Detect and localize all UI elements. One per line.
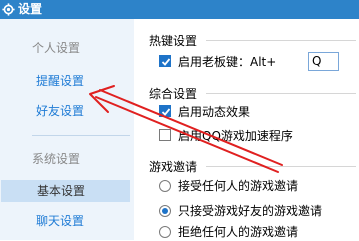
invite-radio-anyone[interactable] — [159, 180, 171, 192]
invite-radio-friends[interactable] — [159, 205, 171, 217]
sidebar-group-personal: 个人设置 — [32, 41, 81, 55]
animation-checkbox[interactable] — [159, 105, 171, 117]
gear-icon — [2, 3, 15, 16]
section-divider — [206, 166, 356, 167]
sidebar-item-label: 提醒设置 — [36, 74, 85, 88]
boss-key-label: 启用老板键：Alt+ — [178, 55, 277, 69]
sidebar: 个人设置 提醒设置 好友设置 系统设置 基本设置 聊天设置 — [0, 19, 134, 240]
qq-game-accel-checkbox[interactable] — [159, 129, 171, 141]
boss-key-input[interactable]: Q — [308, 52, 339, 71]
animation-label: 启用动态效果 — [178, 105, 251, 119]
section-divider — [206, 40, 356, 41]
window-title: 设置 — [18, 2, 43, 16]
boss-key-checkbox[interactable] — [159, 55, 171, 67]
settings-panel: 热键设置 启用老板键：Alt+ Q 综合设置 启用动态效果 启用QQ游戏加速程序… — [134, 19, 359, 240]
section-title-general: 综合设置 — [149, 87, 198, 101]
invite-option-friends[interactable]: 只接受游戏好友的游戏邀请 — [159, 202, 354, 220]
section-divider — [206, 93, 356, 94]
title-bar: 设置 — [0, 0, 359, 19]
invite-option-label: 拒绝任何人的游戏邀请 — [178, 225, 299, 239]
invite-option-reject[interactable]: 拒绝任何人的游戏邀请 — [159, 223, 349, 241]
invite-option-anyone[interactable]: 接受任何人的游戏邀请 — [159, 177, 349, 195]
boss-key-option[interactable]: 启用老板键：Alt+ Q — [159, 52, 349, 71]
invite-option-label: 接受任何人的游戏邀请 — [178, 179, 299, 193]
sidebar-divider — [32, 135, 130, 136]
section-title-hotkey: 热键设置 — [149, 34, 198, 48]
sidebar-item-friend[interactable]: 好友设置 — [0, 100, 134, 122]
sidebar-item-chat[interactable]: 聊天设置 — [0, 210, 134, 232]
qq-game-accel-option[interactable]: 启用QQ游戏加速程序 — [159, 127, 329, 145]
sidebar-item-label: 好友设置 — [36, 104, 85, 118]
invite-option-label: 只接受游戏好友的游戏邀请 — [178, 204, 323, 218]
sidebar-item-label: 基本设置 — [37, 184, 86, 198]
section-title-invite: 游戏邀请 — [149, 160, 198, 174]
qq-game-accel-label: 启用QQ游戏加速程序 — [178, 129, 293, 143]
sidebar-item-label: 聊天设置 — [36, 214, 85, 228]
sidebar-item-basic[interactable]: 基本设置 — [1, 180, 130, 202]
sidebar-item-reminder[interactable]: 提醒设置 — [0, 70, 134, 92]
animation-option[interactable]: 启用动态效果 — [159, 103, 309, 121]
invite-radio-reject[interactable] — [159, 226, 171, 238]
sidebar-group-system: 系统设置 — [32, 152, 81, 166]
